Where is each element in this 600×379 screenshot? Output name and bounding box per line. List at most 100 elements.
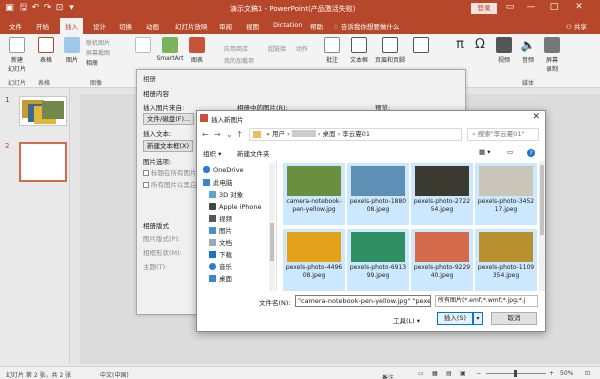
insert-dropdown-icon[interactable]: ▾ — [473, 312, 483, 325]
preview-pane-icon[interactable]: ▭ — [507, 148, 513, 156]
new-folder-button[interactable]: 新建文件夹 — [237, 148, 270, 158]
tab-review[interactable]: 审阅 — [219, 21, 232, 31]
chart-button[interactable]: 图表 — [187, 37, 207, 64]
nav-item-downloads[interactable]: 下载 — [197, 250, 275, 261]
zoom-level[interactable]: 50% — [560, 370, 573, 377]
help-icon[interactable]: ? — [527, 149, 535, 157]
tab-home[interactable]: 开始 — [36, 21, 49, 31]
minimize-button[interactable]: — — [524, 2, 538, 12]
maximize-button[interactable]: □ — [547, 2, 561, 12]
close-button[interactable]: ✕ — [572, 2, 586, 12]
save-icon[interactable]: 🖫 — [18, 3, 29, 14]
customize-qat-icon[interactable]: ▾ — [66, 3, 77, 14]
recent-dropdown-icon[interactable]: ⌄ — [226, 130, 233, 139]
start-from-beginning-icon[interactable]: ⊡ — [54, 3, 65, 14]
insert-button[interactable]: 插入(S) — [437, 312, 473, 325]
tab-design[interactable]: 设计 — [93, 21, 106, 31]
wordart-button[interactable] — [412, 37, 430, 55]
equation-button[interactable]: π — [452, 37, 468, 55]
filetype-select[interactable]: 所有图片(*.emf;*.wmf;*.jpg;*.j — [435, 295, 538, 307]
address-bar[interactable]: « 用户 › › 桌面 › 李云婁01 — [249, 128, 462, 141]
slideshow-icon[interactable]: ▣ — [460, 370, 466, 377]
my-addins-button[interactable]: 我的加载项 — [224, 56, 254, 65]
nav-item-desktop[interactable]: 桌面 — [197, 274, 275, 285]
scrollbar-thumb[interactable] — [270, 223, 274, 261]
nav-item-apple-iphone[interactable]: Apple iPhone — [197, 202, 275, 213]
nav-item-videos[interactable]: 视频 — [197, 214, 275, 225]
cancel-button[interactable]: 取消 — [491, 312, 537, 325]
fit-to-window-icon[interactable]: ⊡ — [585, 370, 590, 377]
zoom-slider-thumb[interactable] — [514, 370, 517, 377]
tab-animations[interactable]: 动画 — [146, 21, 159, 31]
close-icon[interactable]: ✕ — [532, 112, 540, 122]
tab-file[interactable]: 文件 — [9, 21, 22, 31]
ribbon-display-icon[interactable]: ▭ — [503, 2, 517, 12]
organize-button[interactable]: 组织 ▾ — [203, 148, 221, 158]
forward-icon[interactable]: → — [214, 130, 221, 139]
tab-slideshow[interactable]: 幻灯片放映 — [175, 21, 208, 31]
online-pictures-button[interactable]: 联机图片 — [86, 38, 110, 47]
filename-input[interactable]: "camera-notebook-pen-yellow.jpg" "pexels… — [295, 295, 431, 307]
slide-thumbnail-2[interactable] — [19, 142, 67, 182]
scrollbar-thumb[interactable] — [540, 165, 544, 235]
reading-view-icon[interactable]: ▤ — [446, 370, 452, 377]
picture-button[interactable]: 图片 — [62, 37, 82, 64]
symbol-button[interactable]: Ω — [472, 37, 488, 55]
language-indicator[interactable]: 中文(中国) — [100, 370, 129, 379]
file-item[interactable]: pexels-photo-188008.jpeg — [347, 163, 409, 225]
table-button[interactable]: 表格 — [36, 37, 56, 64]
search-input[interactable]: ⌕ 搜索"李云婁01" — [467, 128, 539, 141]
tab-insert[interactable]: 插入 — [60, 18, 83, 34]
new-textbox-button[interactable]: 新建文本框(X) — [143, 140, 194, 152]
file-item[interactable]: camera-notebook-pen-yellow.jpg — [283, 163, 345, 225]
file-item[interactable]: pexels-photo-1109354.jpeg — [475, 229, 537, 291]
store-button[interactable]: 应用商店 — [224, 44, 248, 53]
file-item[interactable]: pexels-photo-922940.jpeg — [411, 229, 473, 291]
file-grid-scrollbar[interactable] — [539, 161, 545, 291]
tab-transitions[interactable]: 切换 — [119, 21, 132, 31]
normal-view-icon[interactable]: ▭ — [418, 370, 424, 377]
phone-icon — [209, 203, 216, 210]
hyperlink-button[interactable]: 超链接 — [268, 44, 286, 53]
up-icon[interactable]: ↑ — [236, 130, 243, 139]
smartart-button[interactable]: SmartArt — [155, 37, 185, 62]
nav-item-documents[interactable]: 文档 — [197, 238, 275, 249]
zoom-in-icon[interactable]: + — [549, 370, 554, 377]
screenshot-button[interactable]: 屏幕截图 — [86, 48, 110, 57]
tell-me-search[interactable]: ♢ 告诉我你想要做什么 — [333, 21, 399, 31]
new-slide-button[interactable]: 新建 幻灯片 — [6, 37, 28, 73]
nav-item-this-pc[interactable]: 此电脑 — [197, 178, 275, 189]
video-button[interactable]: 视频 — [494, 37, 514, 64]
file-item[interactable]: pexels-photo-345217.jpeg — [475, 163, 537, 225]
file-item[interactable]: pexels-photo-449608.jpeg — [283, 229, 345, 291]
nav-item-music[interactable]: 音乐 — [197, 262, 275, 273]
undo-icon[interactable]: ↶ — [30, 3, 41, 14]
nav-scrollbar[interactable] — [269, 163, 275, 291]
file-disk-button[interactable]: 文件/磁盘(F)... — [143, 113, 195, 125]
view-options-icon[interactable]: ▦ ▾ — [479, 148, 490, 156]
nav-item-pictures[interactable]: 图片 — [197, 226, 275, 237]
textbox-button[interactable]: 文本框 — [348, 37, 370, 64]
action-button[interactable]: 动作 — [296, 44, 308, 53]
file-item[interactable]: pexels-photo-272254.jpeg — [411, 163, 473, 225]
nav-item-3d-objects[interactable]: 3D 对象 — [197, 190, 275, 201]
header-footer-button[interactable]: 页眉和页脚 — [372, 37, 408, 64]
tab-help[interactable]: 帮助 — [310, 21, 323, 31]
photo-album-button[interactable]: 相册 — [86, 58, 98, 67]
share-button[interactable]: ⚇ 共享 — [566, 21, 587, 31]
back-icon[interactable]: ← — [202, 130, 209, 139]
slide-thumbnail-1[interactable] — [19, 96, 67, 126]
zoom-out-icon[interactable]: − — [476, 370, 481, 377]
audio-button[interactable]: 🔈 音频 — [518, 37, 538, 64]
slide-sorter-icon[interactable]: ▦ — [432, 370, 438, 377]
shapes-button[interactable] — [132, 37, 154, 55]
redo-icon[interactable]: ↷ — [42, 3, 53, 14]
tools-dropdown[interactable]: 工具(L) ▾ — [393, 315, 420, 325]
screen-recording-button[interactable]: 屏幕 录制 — [542, 37, 562, 73]
tab-view[interactable]: 视图 — [246, 21, 259, 31]
tab-dictation[interactable]: Dictation — [273, 21, 302, 29]
comment-button[interactable]: 批注 — [322, 37, 342, 64]
file-item[interactable]: pexels-photo-691399.jpeg — [347, 229, 409, 291]
login-button[interactable]: 登录 — [471, 3, 497, 14]
nav-item-onedrive[interactable]: OneDrive — [197, 165, 275, 176]
